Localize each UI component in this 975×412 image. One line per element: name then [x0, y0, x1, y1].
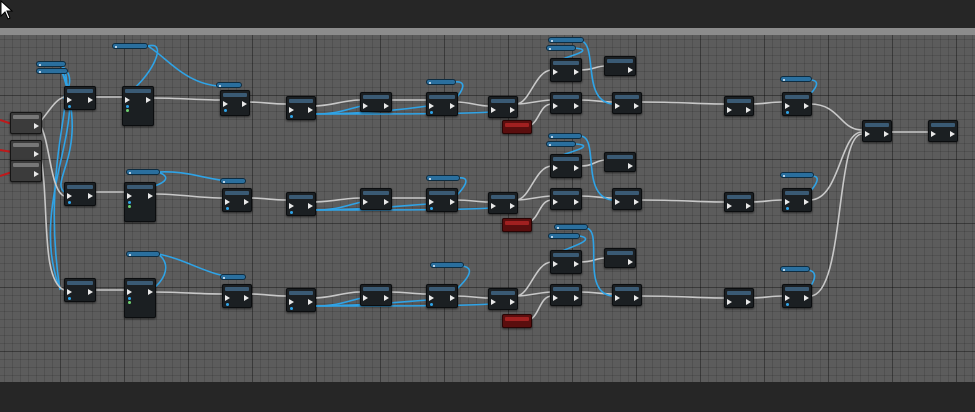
event-node[interactable]: [10, 160, 42, 182]
variable-getter-node[interactable]: [36, 61, 66, 67]
variable-getter-node[interactable]: [548, 37, 584, 43]
function-node[interactable]: [928, 120, 958, 142]
variable-getter-node[interactable]: [216, 82, 242, 88]
variable-getter-node[interactable]: [548, 233, 580, 239]
mouse-pointer-icon: [0, 0, 14, 20]
branch-node[interactable]: [488, 192, 518, 214]
variable-getter-node[interactable]: [126, 169, 160, 175]
function-node[interactable]: [550, 154, 582, 178]
function-node[interactable]: [286, 288, 316, 312]
function-node[interactable]: [360, 92, 392, 112]
variable-getter-node[interactable]: [220, 274, 246, 280]
variable-getter-node[interactable]: [780, 76, 812, 82]
function-node[interactable]: [360, 188, 392, 210]
function-node[interactable]: [222, 284, 252, 308]
function-node[interactable]: [220, 90, 250, 116]
function-node[interactable]: [286, 96, 316, 120]
variable-getter-node[interactable]: [430, 262, 464, 268]
function-node[interactable]: [724, 96, 754, 116]
variable-getter-node[interactable]: [112, 43, 148, 49]
function-node[interactable]: [426, 188, 458, 212]
variable-getter-node[interactable]: [548, 133, 582, 139]
custom-event-node[interactable]: [502, 120, 532, 134]
function-node[interactable]: [426, 92, 458, 116]
function-node[interactable]: [124, 182, 156, 222]
sequence-node[interactable]: [862, 120, 892, 142]
function-node[interactable]: [782, 188, 812, 212]
function-node[interactable]: [64, 86, 96, 110]
function-node[interactable]: [124, 278, 156, 318]
function-node[interactable]: [360, 284, 392, 306]
function-node[interactable]: [286, 192, 316, 216]
bottom-bar: [0, 382, 975, 412]
function-node[interactable]: [604, 248, 636, 268]
branch-node[interactable]: [488, 96, 518, 118]
variable-getter-node[interactable]: [220, 178, 246, 184]
function-node[interactable]: [426, 284, 458, 308]
function-node[interactable]: [64, 278, 96, 302]
function-node[interactable]: [782, 92, 812, 116]
function-node[interactable]: [122, 86, 154, 126]
custom-event-node[interactable]: [502, 218, 532, 232]
top-toolbar-bar: [0, 0, 975, 28]
variable-getter-node[interactable]: [426, 175, 460, 181]
function-node[interactable]: [612, 188, 642, 210]
variable-getter-node[interactable]: [546, 141, 576, 147]
function-node[interactable]: [550, 92, 582, 114]
variable-getter-node[interactable]: [546, 45, 576, 51]
function-node[interactable]: [550, 250, 582, 274]
function-node[interactable]: [612, 92, 642, 114]
function-node[interactable]: [64, 182, 96, 206]
variable-getter-node[interactable]: [36, 68, 68, 74]
graph-title-strip: [0, 28, 975, 35]
function-node[interactable]: [724, 192, 754, 212]
variable-getter-node[interactable]: [780, 172, 814, 178]
custom-event-node[interactable]: [502, 314, 532, 328]
function-node[interactable]: [550, 284, 582, 306]
function-node[interactable]: [550, 58, 582, 82]
function-node[interactable]: [604, 152, 636, 172]
function-node[interactable]: [222, 188, 252, 212]
variable-getter-node[interactable]: [126, 251, 160, 257]
function-node[interactable]: [724, 288, 754, 308]
function-node[interactable]: [604, 56, 636, 76]
event-node[interactable]: [10, 112, 42, 134]
function-node[interactable]: [550, 188, 582, 210]
branch-node[interactable]: [488, 288, 518, 310]
variable-getter-node[interactable]: [780, 266, 810, 272]
variable-getter-node[interactable]: [426, 79, 456, 85]
function-node[interactable]: [782, 284, 812, 308]
event-node[interactable]: [10, 140, 42, 162]
function-node[interactable]: [612, 284, 642, 306]
variable-getter-node[interactable]: [554, 224, 588, 230]
